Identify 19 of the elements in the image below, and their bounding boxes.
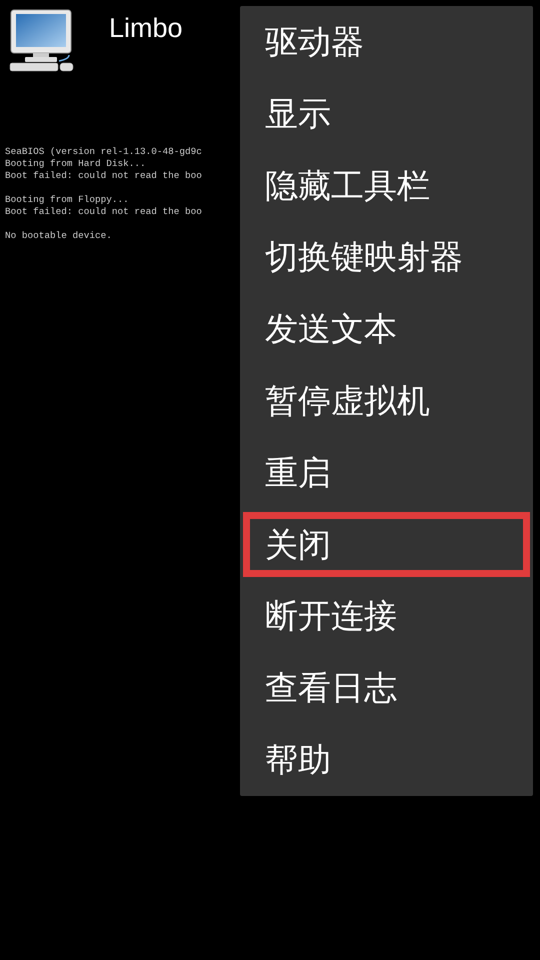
computer-icon <box>9 9 75 72</box>
menu-item[interactable]: 重启 <box>240 436 533 509</box>
menu-item[interactable]: 发送文本 <box>240 293 533 365</box>
console-line: Booting from Hard Disk... <box>5 158 146 170</box>
menu-item[interactable]: 隐藏工具栏 <box>240 150 533 222</box>
menu-item[interactable]: 帮助 <box>240 724 533 796</box>
menu-item[interactable]: 暂停虚拟机 <box>240 364 533 437</box>
console-line: No bootable device. <box>5 230 112 242</box>
menu-item[interactable]: 查看日志 <box>240 652 533 724</box>
console-line: Boot failed: could not read the boo <box>5 170 202 182</box>
app-title: Limbo <box>109 15 183 42</box>
menu-item[interactable]: 显示 <box>240 78 533 150</box>
console-line: Boot failed: could not read the boo <box>5 206 202 218</box>
menu-item[interactable]: 断开连接 <box>240 580 533 652</box>
menu-item[interactable]: 切换键映射器 <box>240 221 533 294</box>
console-line: SeaBIOS (version rel-1.13.0-48-gd9c <box>5 146 202 158</box>
menu-item[interactable]: 关闭 <box>240 508 533 580</box>
console-line: Booting from Floppy... <box>5 194 129 206</box>
menu-item[interactable]: 驱动器 <box>240 6 533 78</box>
